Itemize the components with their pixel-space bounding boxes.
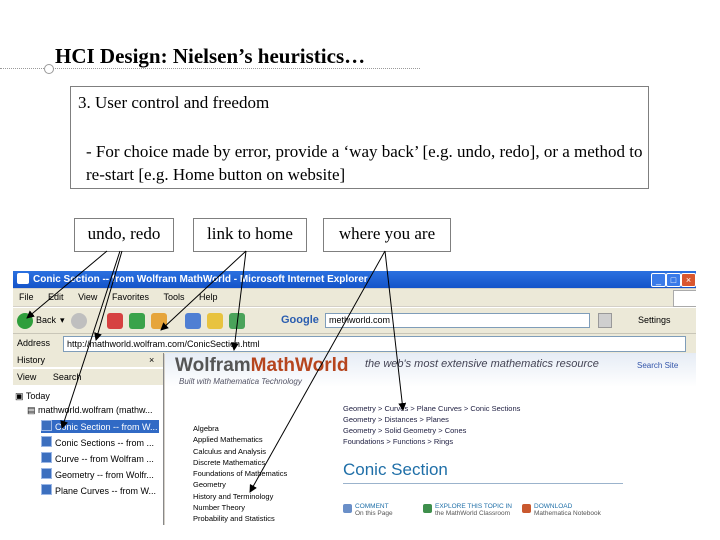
forward-icon[interactable]	[71, 313, 87, 329]
heuristic-heading: 3. User control and freedom	[78, 93, 270, 112]
page-icon	[41, 420, 52, 431]
history-group-today[interactable]: ▣ Today	[15, 390, 161, 403]
nav-link[interactable]: Geometry	[193, 479, 318, 490]
history-item[interactable]: Geometry -- from Wolfr...	[41, 468, 159, 481]
back-label[interactable]: Back	[36, 315, 56, 325]
search-site-link[interactable]: Search Site	[637, 361, 678, 370]
history-header: History ×	[13, 353, 163, 367]
mathworld-header: WolframMathWorld the web's most extensiv…	[165, 353, 696, 387]
title-divider	[0, 68, 420, 69]
topic-nav: Algebra Applied Mathematics Calculus and…	[193, 423, 318, 525]
heuristic-description: - For choice made by error, provide a ‘w…	[86, 142, 643, 184]
history-item[interactable]: Plane Curves -- from W...	[41, 484, 159, 497]
heading-divider	[343, 483, 623, 484]
page-icon	[41, 436, 52, 447]
nav-link[interactable]: Discrete Mathematics	[193, 457, 318, 468]
nav-link[interactable]: Foundations of Mathematics	[193, 468, 318, 479]
menu-file[interactable]: File	[19, 292, 34, 302]
nav-link[interactable]: Calculus and Analysis	[193, 446, 318, 457]
history-sidebar: History × View Search ▣ Today ▤ mathworl…	[13, 353, 164, 525]
page-icon	[41, 468, 52, 479]
breadcrumb: Geometry > Curves > Plane Curves > Conic…	[343, 403, 520, 447]
breadcrumb-line[interactable]: Geometry > Distances > Planes	[343, 414, 520, 425]
title-bullet-dot	[44, 64, 54, 74]
explore-link[interactable]: EXPLORE THIS TOPIC IN the MathWorld Class…	[435, 503, 512, 517]
google-search-input[interactable]: methworld.com	[325, 313, 590, 328]
calendar-icon: ▣	[15, 391, 26, 401]
nav-link[interactable]: History and Terminology	[193, 491, 318, 502]
favorites-icon[interactable]	[207, 313, 223, 329]
nav-link[interactable]: Algebra	[193, 423, 318, 434]
history-view-bar: View Search	[13, 369, 163, 385]
history-close-icon[interactable]: ×	[149, 353, 154, 367]
window-title: Conic Section -- from Wolfram MathWorld …	[33, 274, 368, 285]
slide-title: HCI Design: Nielsen’s heuristics…	[55, 44, 366, 68]
back-dropdown-icon[interactable]: ▾	[60, 315, 65, 326]
comment-link[interactable]: COMMENT On this Page	[355, 503, 393, 517]
menu-favorites[interactable]: Favorites	[112, 292, 149, 302]
page-icon	[41, 484, 52, 495]
nav-link[interactable]: Probability and Statistics	[193, 513, 318, 524]
breadcrumb-line[interactable]: Geometry > Solid Geometry > Cones	[343, 425, 520, 436]
close-icon[interactable]: ×	[681, 273, 696, 287]
history-item[interactable]: Conic Section -- from W...	[41, 420, 159, 433]
site-tagline: the web's most extensive mathematics res…	[365, 358, 599, 370]
menu-help[interactable]: Help	[199, 292, 218, 302]
back-icon[interactable]	[17, 313, 33, 329]
folder-icon: ▤	[27, 405, 39, 415]
windows-logo-icon	[673, 290, 696, 307]
google-search-button[interactable]	[598, 313, 612, 328]
settings-label[interactable]: Settings	[638, 315, 671, 325]
callout-where-you-are: where you are	[323, 218, 451, 252]
history-view-button[interactable]: View	[17, 372, 36, 382]
page-icon	[41, 452, 52, 463]
callout-link-home: link to home	[193, 218, 307, 252]
history-icon[interactable]	[229, 313, 245, 329]
history-site-folder[interactable]: ▤ mathworld.wolfram (mathw...	[27, 404, 173, 417]
download-icon[interactable]	[522, 504, 531, 513]
refresh-icon[interactable]	[129, 313, 145, 329]
home-icon[interactable]	[151, 313, 167, 329]
breadcrumb-line[interactable]: Geometry > Curves > Plane Curves > Conic…	[343, 403, 520, 414]
browser-screenshot: Conic Section -- from Wolfram MathWorld …	[13, 271, 696, 525]
breadcrumb-line[interactable]: Foundations > Functions > Rings	[343, 436, 520, 447]
ie-icon	[17, 273, 29, 284]
minimize-icon[interactable]: _	[651, 273, 666, 287]
download-link[interactable]: DOWNLOAD Mathematica Notebook	[534, 503, 601, 517]
address-input[interactable]: http://mathworld.wolfram.com/ConicSectio…	[63, 336, 686, 352]
built-with-label: Built with Mathematica Technology	[179, 377, 302, 386]
stop-icon[interactable]	[107, 313, 123, 329]
page-heading: Conic Section	[343, 460, 448, 479]
menu-edit[interactable]: Edit	[48, 292, 64, 302]
history-title: History	[17, 355, 46, 365]
history-item[interactable]: Curve -- from Wolfram ...	[41, 452, 159, 465]
address-label: Address	[17, 338, 51, 348]
mathworld-logo[interactable]: WolframMathWorld	[175, 355, 348, 377]
window-titlebar: Conic Section -- from Wolfram MathWorld …	[13, 271, 696, 288]
web-page-content: WolframMathWorld the web's most extensiv…	[165, 353, 696, 525]
menu-view[interactable]: View	[78, 292, 97, 302]
menu-bar: File Edit View Favorites Tools Help	[13, 289, 696, 307]
toolbar: Back ▾ Google methworld.com Settings	[13, 307, 696, 334]
nav-link[interactable]: Number Theory	[193, 502, 318, 513]
address-bar: Address http://mathworld.wolfram.com/Con…	[13, 333, 696, 354]
explore-icon[interactable]	[423, 504, 432, 513]
maximize-icon[interactable]: □	[666, 273, 681, 287]
comment-icon[interactable]	[343, 504, 352, 513]
nav-link[interactable]: Applied Mathematics	[193, 434, 318, 445]
history-search-button[interactable]: Search	[53, 372, 82, 382]
heuristic-box: 3. User control and freedom - For choice…	[70, 86, 649, 189]
menu-tools[interactable]: Tools	[163, 292, 184, 302]
search-icon[interactable]	[185, 313, 201, 329]
callout-undo-redo: undo, redo	[74, 218, 174, 252]
google-toolbar-label: Google	[281, 314, 319, 326]
history-item[interactable]: Conic Sections -- from ...	[41, 436, 159, 449]
